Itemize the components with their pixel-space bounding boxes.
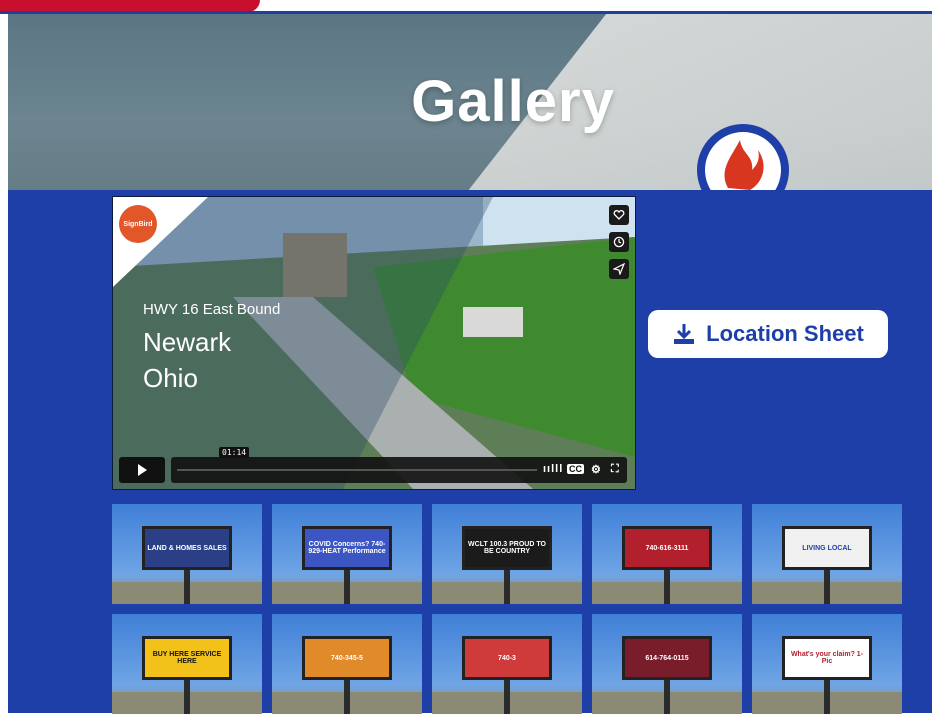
gallery-thumbnail[interactable]: COVID Concerns? 740-929-HEAT Performance — [272, 504, 422, 604]
billboard-text: LIVING LOCAL — [782, 526, 872, 570]
location-sheet-label: Location Sheet — [706, 321, 864, 346]
billboard-gallery: LAND & HOMES SALES COVID Concerns? 740-9… — [112, 504, 902, 714]
video-controls: 01:14 ıılll CC ⚙ ⛶ — [119, 447, 629, 483]
billboard-text: WCLT 100.3 PROUD TO BE COUNTRY — [462, 526, 552, 570]
billboard-text: BUY HERE SERVICE HERE — [142, 636, 232, 680]
video-time: 01:14 — [219, 447, 250, 458]
video-city: Newark — [143, 327, 232, 357]
gear-icon[interactable]: ⚙ — [591, 463, 601, 476]
send-icon — [613, 263, 625, 275]
billboard-text: What's your claim? 1-Pic — [782, 636, 872, 680]
heart-icon — [613, 210, 625, 220]
video-progress-track[interactable] — [177, 469, 537, 471]
play-button[interactable] — [119, 457, 165, 483]
billboard-text: 740-3 — [462, 636, 552, 680]
volume-icon[interactable]: ıılll — [543, 463, 563, 475]
billboard-text: 740-616-3111 — [622, 526, 712, 570]
gallery-thumbnail[interactable]: LIVING LOCAL — [752, 504, 902, 604]
gallery-thumbnail[interactable]: WCLT 100.3 PROUD TO BE COUNTRY — [432, 504, 582, 604]
download-icon — [674, 324, 695, 344]
watch-later-button[interactable] — [609, 232, 629, 252]
like-button[interactable] — [609, 205, 629, 225]
cc-icon[interactable]: CC — [567, 464, 584, 474]
video-subtitle: HWY 16 East Bound — [143, 301, 281, 318]
billboard-text: COVID Concerns? 740-929-HEAT Performance — [302, 526, 392, 570]
gallery-thumbnail[interactable]: 740-345-5 — [272, 614, 422, 714]
main-section: SignBird HWY 16 East Bound Newark Ohio 0… — [8, 190, 932, 714]
video-timebar[interactable]: 01:14 ıılll CC ⚙ ⛶ — [171, 447, 627, 483]
clock-icon — [613, 236, 625, 248]
hero-banner: Gallery — [8, 14, 932, 190]
location-sheet-button[interactable]: Location Sheet — [648, 310, 888, 358]
play-icon — [138, 464, 147, 476]
share-button[interactable] — [609, 259, 629, 279]
signbird-logo: SignBird — [119, 205, 157, 243]
video-player[interactable]: SignBird HWY 16 East Bound Newark Ohio 0… — [112, 196, 636, 490]
video-state: Ohio — [143, 363, 198, 393]
gallery-thumbnail[interactable]: 740-616-3111 — [592, 504, 742, 604]
gallery-thumbnail[interactable]: LAND & HOMES SALES — [112, 504, 262, 604]
billboard-text: 740-345-5 — [302, 636, 392, 680]
gallery-thumbnail[interactable]: 614-764-0115 — [592, 614, 742, 714]
gallery-thumbnail[interactable]: 740-3 — [432, 614, 582, 714]
billboard-text: LAND & HOMES SALES — [142, 526, 232, 570]
top-bar — [0, 0, 932, 14]
fullscreen-icon[interactable]: ⛶ — [611, 463, 619, 476]
gallery-thumbnail[interactable]: BUY HERE SERVICE HERE — [112, 614, 262, 714]
gallery-thumbnail[interactable]: What's your claim? 1-Pic — [752, 614, 902, 714]
page-title: Gallery — [411, 69, 615, 134]
billboard-text: 614-764-0115 — [622, 636, 712, 680]
